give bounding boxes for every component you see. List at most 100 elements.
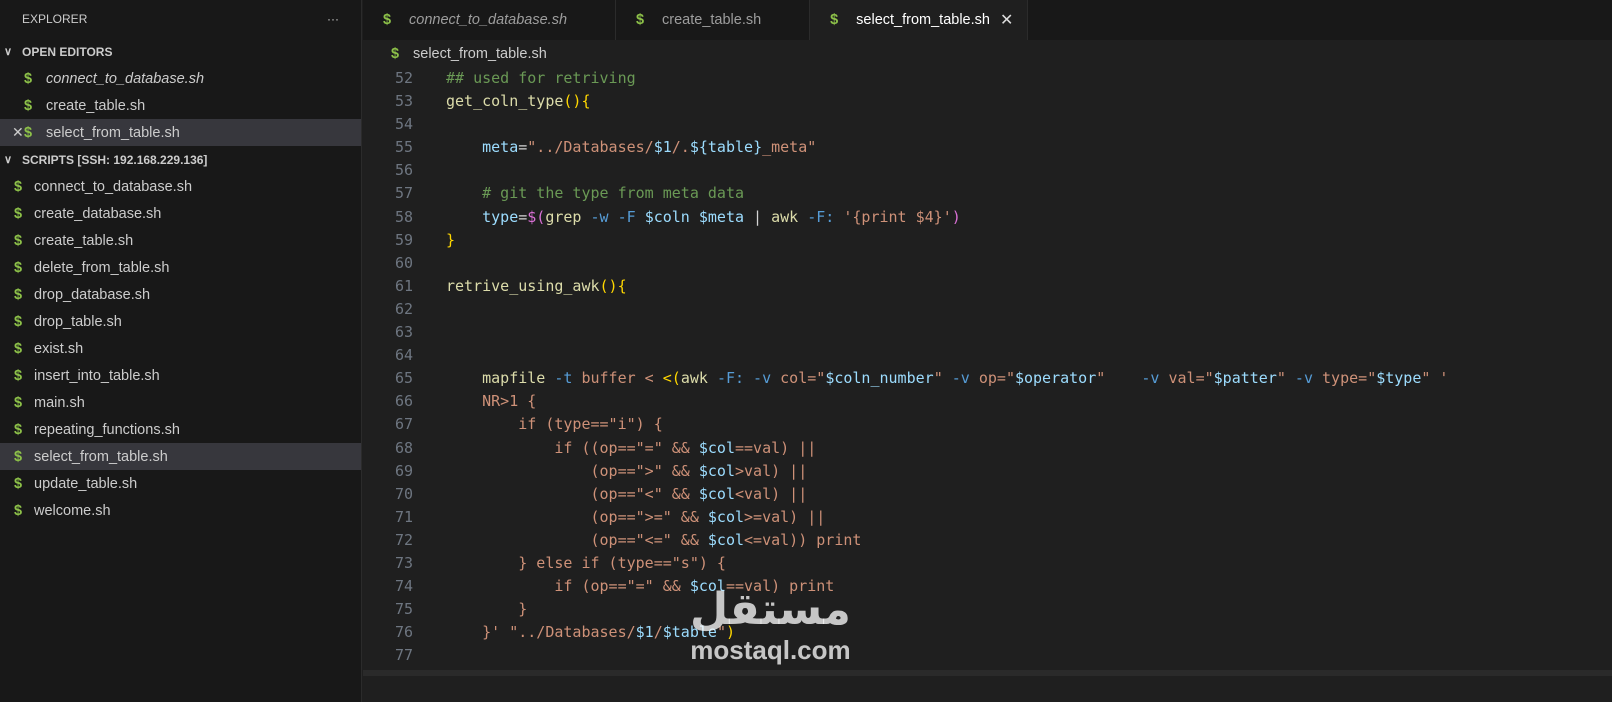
code-token: -v [942, 369, 970, 388]
chevron-down-icon: ∨ [4, 154, 13, 166]
more-actions-button[interactable]: ··· [327, 12, 339, 26]
code-line: 63 [363, 321, 1612, 344]
open-editor-label: select_from_table.sh [46, 124, 180, 141]
file-item[interactable]: $ select_from_table.sh [0, 443, 361, 470]
code-token: | [744, 207, 772, 226]
code-token: col= [771, 369, 817, 388]
line-content: NR>1 { [413, 390, 536, 413]
line-content: (op==">" && $col>val) || [413, 460, 807, 483]
scripts-folder-section[interactable]: ∨ SCRIPTS [SSH: 192.168.229.136] [0, 146, 361, 173]
line-number: 73 [394, 553, 413, 572]
open-editor-item[interactable]: ✕ $ select_from_table.sh [0, 119, 361, 146]
shell-file-icon: $ [636, 12, 645, 28]
code-line: 74 if (op=="=" && $col==val) print [363, 575, 1612, 598]
explorer-sidebar: EXPLORER ··· ∨ OPEN EDITORS $ connect_to_d… [0, 0, 362, 702]
code-token: } [446, 600, 528, 619]
code-token: ) [951, 207, 961, 226]
code-token: buffer < [572, 369, 663, 388]
line-number: 61 [394, 276, 413, 295]
close-icon[interactable]: ✕ [0, 124, 24, 141]
horizontal-scrollbar[interactable] [363, 670, 1612, 676]
tab-create-table-sh[interactable]: $ create_table.sh [616, 0, 811, 40]
line-content: # git the type from meta data [413, 182, 744, 205]
line-number: 70 [394, 484, 413, 503]
code-token: $1 [653, 138, 672, 157]
file-item[interactable]: $ create_table.sh [0, 227, 361, 254]
file-item[interactable]: $ drop_table.sh [0, 308, 361, 335]
tab-connect-to-database-sh[interactable]: $ connect_to_database.sh [363, 0, 617, 40]
code-token: grep [545, 207, 591, 226]
code-editor[interactable]: 52 ## used for retriving 53 get_coln_type()… [363, 67, 1612, 702]
code-token: ## used for retriving [446, 69, 636, 87]
code-line: 71 (op==">=" && $col>=val) || [363, 506, 1612, 529]
file-label: update_table.sh [34, 475, 138, 492]
code-token: -v [1285, 369, 1313, 388]
tab-select-from-table-sh[interactable]: $ select_from_table.sh ✕ [810, 0, 1029, 40]
file-label: create_database.sh [34, 205, 162, 222]
code-line: 77 [363, 644, 1612, 667]
code-line: 55 meta="../Databases/$1/.${table}_meta" [363, 136, 1612, 159]
close-icon[interactable]: ✕ [1000, 10, 1013, 30]
shell-file-icon: $ [391, 45, 400, 62]
shell-file-icon: $ [24, 97, 33, 114]
file-item[interactable]: $ welcome.sh [0, 497, 361, 524]
code-token: } else if (type=="s") { [446, 553, 726, 572]
line-number: 71 [394, 507, 413, 526]
file-label: connect_to_database.sh [34, 178, 193, 195]
line-content: ## used for retriving [413, 67, 636, 90]
line-content: retrive_using_awk(){ [413, 275, 627, 298]
code-line: 68 if ((op=="=" && $col==val) || [363, 437, 1612, 460]
code-line: 64 [363, 344, 1612, 367]
code-token: $col [698, 461, 735, 480]
chevron-down-icon: ∨ [4, 46, 13, 58]
file-item[interactable]: $ main.sh [0, 389, 361, 416]
file-item[interactable]: $ delete_from_table.sh [0, 254, 361, 281]
file-item[interactable]: $ create_database.sh [0, 200, 361, 227]
line-number: 67 [394, 415, 413, 434]
line-content: (op=="<" && $col<val) || [413, 483, 807, 506]
line-content: if (type=="i") { [413, 413, 663, 436]
breadcrumb-file: select_from_table.sh [413, 45, 547, 62]
code-token: -F: [807, 207, 835, 226]
code-token: " [1096, 369, 1106, 388]
line-number: 74 [394, 577, 413, 596]
line-content [413, 298, 446, 321]
code-token: <( [662, 369, 681, 388]
file-item[interactable]: $ repeating_functions.sh [0, 416, 361, 443]
breadcrumb[interactable]: $ select_from_table.sh [363, 40, 1612, 67]
code-line: 61 retrive_using_awk(){ [363, 275, 1612, 298]
code-line: 56 [363, 159, 1612, 182]
code-line: 67 if (type=="i") { [363, 413, 1612, 436]
open-editor-item[interactable]: $ create_table.sh [0, 92, 361, 119]
code-token: $type [1376, 369, 1422, 388]
code-token: $patter [1213, 369, 1277, 388]
code-token: op= [969, 369, 1006, 388]
code-line: 58 type=$(grep -w -F $coln $meta | awk -… [363, 206, 1612, 229]
code-token: -F: -v [716, 369, 772, 388]
open-editor-label: connect_to_database.sh [46, 70, 205, 87]
file-item[interactable]: $ insert_into_table.sh [0, 362, 361, 389]
code-token: -v [1105, 369, 1160, 388]
code-token: " ' [1421, 369, 1449, 388]
file-item[interactable]: $ update_table.sh [0, 470, 361, 497]
code-token: '{print $4}' [843, 207, 952, 226]
code-token: /. [671, 138, 690, 157]
file-item[interactable]: $ connect_to_database.sh [0, 173, 361, 200]
shell-file-icon: $ [14, 448, 23, 465]
file-label: delete_from_table.sh [34, 259, 170, 276]
file-item[interactable]: $ drop_database.sh [0, 281, 361, 308]
open-editor-item[interactable]: $ connect_to_database.sh [0, 65, 361, 92]
code-token: if ((op=="=" && [446, 438, 699, 457]
line-number: 77 [394, 646, 413, 665]
open-editors-section[interactable]: ∨ OPEN EDITORS [0, 38, 361, 65]
code-token: if (op=="=" && [446, 577, 690, 596]
line-number: 68 [394, 438, 413, 457]
code-token: if (type=="i") { [446, 415, 663, 434]
line-number: 55 [394, 138, 413, 157]
code-token: } [753, 138, 763, 157]
code-token: " [816, 369, 826, 388]
file-item[interactable]: $ exist.sh [0, 335, 361, 362]
line-number: 56 [394, 161, 413, 180]
